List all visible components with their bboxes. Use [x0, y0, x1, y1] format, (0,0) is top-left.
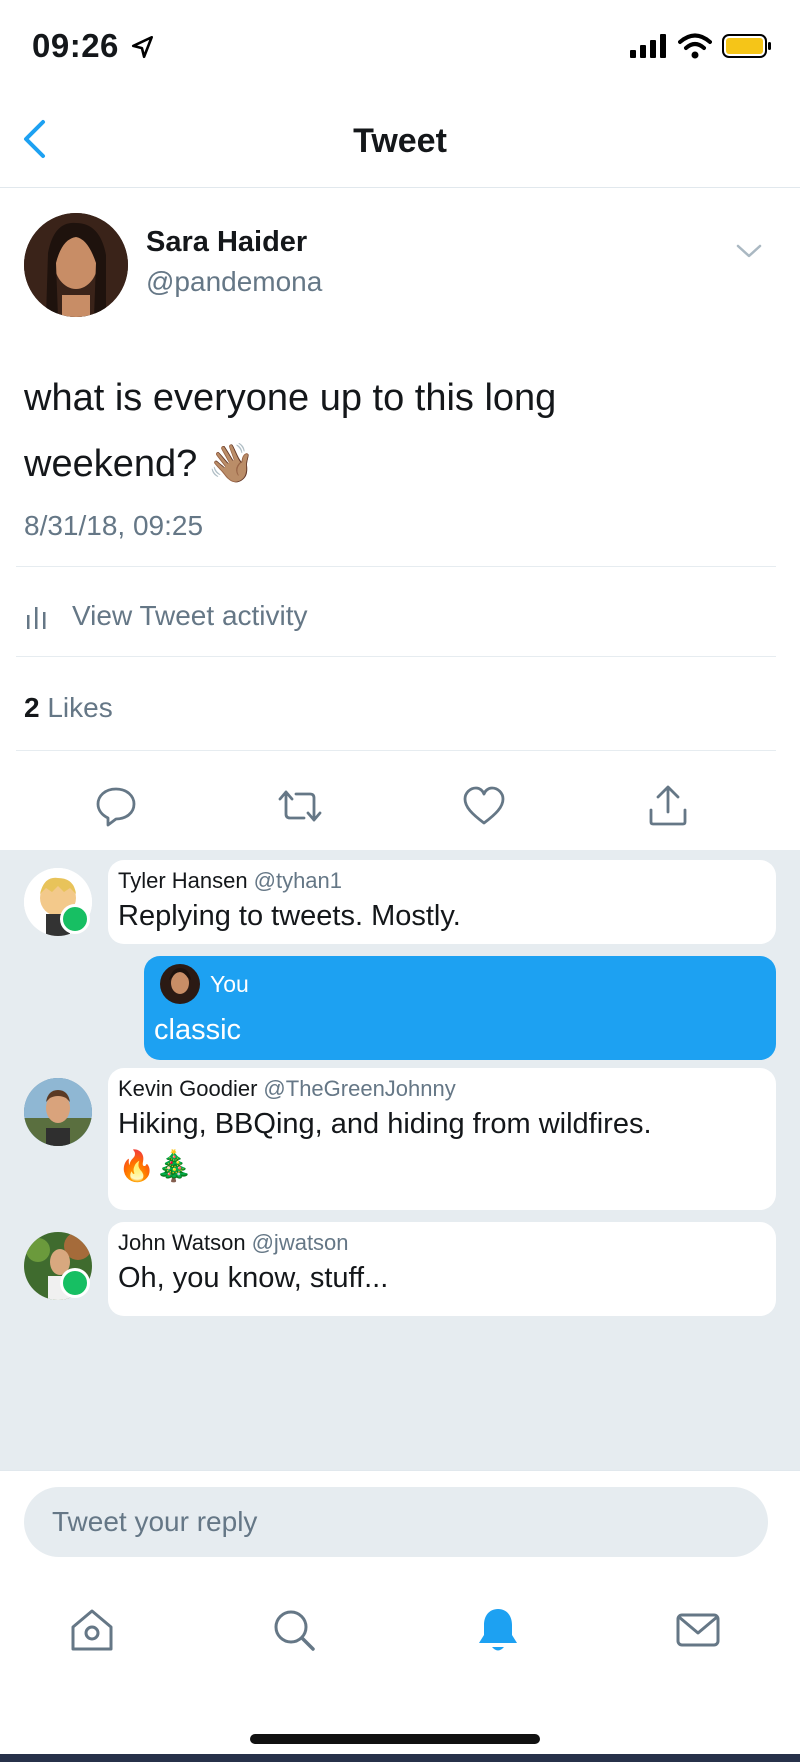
share-icon	[649, 785, 687, 826]
tab-notifications[interactable]	[468, 1600, 528, 1660]
bottom-edge	[0, 1754, 800, 1762]
reply-author-name: John Watson	[118, 1230, 246, 1255]
messages-icon	[676, 1613, 720, 1647]
reply-button[interactable]	[92, 782, 140, 830]
battery-icon	[722, 34, 771, 58]
author-avatar[interactable]	[24, 213, 128, 317]
bar-chart-icon	[27, 607, 46, 629]
divider	[16, 656, 776, 657]
reply-avatar-kevin[interactable]	[24, 1078, 92, 1146]
avatar-image	[24, 1078, 92, 1146]
reply-bubble[interactable]: John Watson @jwatson Oh, you know, stuff.…	[108, 1222, 776, 1316]
tweet-body: what is everyone up to this long weekend…	[24, 377, 557, 485]
view-tweet-activity-link[interactable]: View Tweet activity	[24, 594, 308, 638]
your-reply-bubble[interactable]: You classic	[144, 956, 776, 1060]
activity-label: View Tweet activity	[72, 600, 308, 631]
reply-author-handle: @TheGreenJohnny	[263, 1076, 456, 1101]
reply-author-name: Kevin Goodier	[118, 1076, 258, 1101]
divider	[16, 566, 776, 567]
reply-author-name: Tyler Hansen	[118, 868, 248, 893]
page-title: Tweet	[353, 122, 447, 160]
location-arrow-icon	[131, 35, 153, 59]
reply-text: Replying to tweets. Mostly.	[118, 900, 461, 932]
home-icon	[71, 1609, 113, 1651]
your-avatar	[160, 964, 200, 1004]
author-name[interactable]: Sara Haider	[146, 226, 307, 259]
status-time: 09:26	[32, 27, 119, 64]
tab-home[interactable]	[62, 1600, 122, 1660]
reply-text: Hiking, BBQing, and hiding from wildfire…	[118, 1108, 652, 1140]
like-icon	[463, 786, 505, 825]
retweet-icon	[278, 790, 322, 822]
tweet-timestamp: 8/31/18, 09:25	[24, 510, 204, 541]
your-reply-text: classic	[154, 1014, 242, 1046]
chevron-down-icon[interactable]	[732, 234, 766, 268]
search-icon	[274, 1610, 315, 1651]
tab-messages[interactable]	[668, 1600, 728, 1660]
home-indicator	[250, 1734, 540, 1744]
divider	[16, 750, 776, 751]
tweet-actions	[0, 770, 800, 850]
online-indicator	[60, 904, 90, 934]
signal-icon	[630, 34, 666, 58]
online-indicator	[60, 1268, 90, 1298]
likes-summary[interactable]: 2 Likes	[24, 692, 113, 724]
waving-hand-emoji: 👋🏽	[207, 443, 256, 485]
nav-bar: Tweet	[0, 92, 800, 188]
tab-search[interactable]	[264, 1600, 324, 1660]
like-button[interactable]	[460, 782, 508, 830]
wifi-icon	[678, 33, 712, 59]
tab-bar	[0, 1570, 800, 1762]
reply-author-handle: @tyhan1	[253, 868, 343, 893]
reply-text: Oh, you know, stuff...	[118, 1262, 389, 1294]
fire-tree-emoji: 🔥🎄	[118, 1150, 193, 1183]
reply-input[interactable]	[24, 1487, 768, 1557]
share-button[interactable]	[644, 782, 692, 830]
reply-bubble[interactable]: Tyler Hansen @tyhan1 Replying to tweets. …	[108, 860, 776, 944]
avatar-image	[24, 213, 128, 317]
retweet-button[interactable]	[276, 782, 324, 830]
reply-bubble[interactable]: Kevin Goodier @TheGreenJohnny Hiking, BBQ…	[108, 1068, 776, 1210]
conversation-thread: Tyler Hansen @tyhan1 Replying to tweets. …	[0, 850, 800, 1470]
notifications-icon	[479, 1609, 517, 1651]
likes-label: Likes	[47, 692, 113, 723]
reply-composer	[0, 1470, 800, 1570]
likes-count: 2	[24, 692, 40, 723]
author-handle[interactable]: @pandemona	[146, 266, 322, 298]
reply-author-handle: @jwatson	[251, 1230, 349, 1255]
you-label: You	[210, 970, 249, 997]
reply-icon	[96, 787, 136, 827]
status-bar: 09:26	[0, 0, 800, 92]
tweet-text: what is everyone up to this long weekend…	[24, 365, 664, 497]
